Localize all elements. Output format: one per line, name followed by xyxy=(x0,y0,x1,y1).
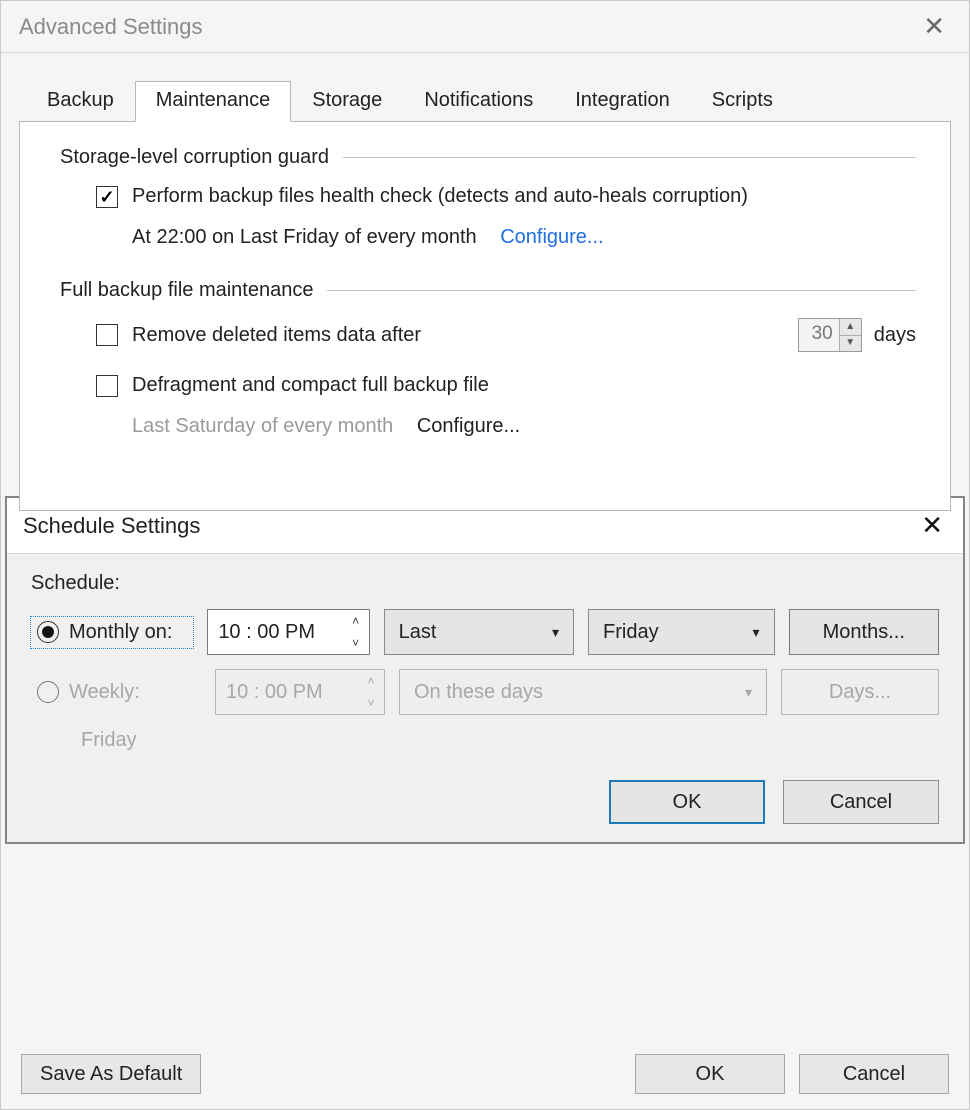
health-check-row: Perform backup files health check (detec… xyxy=(96,185,916,208)
titlebar: Advanced Settings ✕ xyxy=(1,1,969,53)
monthly-row: Monthly on: 10 : 00 PM ˄ ˅ Last ▾ Friday… xyxy=(31,609,939,655)
footer: Save As Default OK Cancel xyxy=(1,1039,969,1109)
schedule-label: Schedule: xyxy=(31,572,939,595)
tab-strip: Backup Maintenance Storage Notifications… xyxy=(19,81,951,121)
ok-button[interactable]: OK xyxy=(635,1054,785,1094)
remove-deleted-checkbox[interactable] xyxy=(96,324,118,346)
defrag-checkbox[interactable] xyxy=(96,375,118,397)
defrag-schedule-row: Last Saturday of every month Configure..… xyxy=(132,415,916,438)
group-full-backup-maintenance: Full backup file maintenance Remove dele… xyxy=(60,279,916,438)
monthly-radio-wrap[interactable]: Monthly on: xyxy=(31,617,193,648)
ordinal-value: Last xyxy=(385,621,538,644)
dialog-title: Schedule Settings xyxy=(23,513,917,539)
group-title: Storage-level corruption guard xyxy=(60,146,329,169)
tab-maintenance[interactable]: Maintenance xyxy=(135,81,292,122)
group-heading: Full backup file maintenance xyxy=(60,279,916,302)
time-spinner: ˄ ˅ xyxy=(358,670,384,714)
weekly-days-dropdown: On these days ▾ xyxy=(399,669,767,715)
weekly-days-placeholder: On these days xyxy=(400,681,731,704)
tab-backup[interactable]: Backup xyxy=(26,81,135,121)
remove-deleted-row: Remove deleted items data after 30 ▲ ▼ d… xyxy=(96,318,916,352)
monthly-time-value[interactable]: 10 : 00 PM xyxy=(218,621,315,644)
divider xyxy=(327,290,916,291)
health-check-schedule: At 22:00 on Last Friday of every month xyxy=(132,226,477,248)
spinner-down-icon[interactable]: ▼ xyxy=(840,336,861,352)
weekly-time-input: 10 : 00 PM ˄ ˅ xyxy=(215,669,385,715)
defrag-schedule: Last Saturday of every month xyxy=(132,415,393,437)
cancel-button[interactable]: Cancel xyxy=(799,1054,949,1094)
health-check-checkbox[interactable] xyxy=(96,186,118,208)
chevron-down-icon[interactable]: ˅ xyxy=(343,632,369,654)
schedule-settings-dialog: Schedule Settings ✕ Schedule: Monthly on… xyxy=(5,496,965,844)
weekly-time-value: 10 : 00 PM xyxy=(226,681,323,704)
defrag-row: Defragment and compact full backup file xyxy=(96,374,916,397)
dialog-close-icon[interactable]: ✕ xyxy=(917,510,947,541)
remove-days-value[interactable]: 30 xyxy=(799,319,839,351)
tab-integration[interactable]: Integration xyxy=(554,81,691,121)
dialog-footer: OK Cancel xyxy=(7,762,963,824)
ordinal-dropdown[interactable]: Last ▾ xyxy=(384,609,574,655)
group-corruption-guard: Storage-level corruption guard Perform b… xyxy=(60,146,916,249)
tab-storage[interactable]: Storage xyxy=(291,81,403,121)
chevron-up-icon: ˄ xyxy=(358,670,384,692)
group-title: Full backup file maintenance xyxy=(60,279,313,302)
weekly-radio[interactable] xyxy=(37,681,59,703)
weekly-label: Weekly: xyxy=(69,681,140,704)
day-dropdown[interactable]: Friday ▾ xyxy=(588,609,775,655)
monthly-radio[interactable] xyxy=(37,621,59,643)
health-check-configure-link[interactable]: Configure... xyxy=(500,226,603,248)
weekly-selected-days: Friday xyxy=(81,729,939,752)
divider xyxy=(343,157,916,158)
tab-body: Storage-level corruption guard Perform b… xyxy=(19,121,951,511)
advanced-settings-window: Advanced Settings ✕ Backup Maintenance S… xyxy=(0,0,970,1110)
chevron-up-icon[interactable]: ˄ xyxy=(343,610,369,632)
defrag-label: Defragment and compact full backup file xyxy=(132,374,489,397)
dialog-ok-button[interactable]: OK xyxy=(609,780,765,824)
remove-deleted-label: Remove deleted items data after xyxy=(132,324,421,347)
health-check-schedule-row: At 22:00 on Last Friday of every month C… xyxy=(132,226,916,249)
months-button[interactable]: Months... xyxy=(789,609,939,655)
group-heading: Storage-level corruption guard xyxy=(60,146,916,169)
days-unit-label: days xyxy=(874,324,916,347)
chevron-down-icon: ▾ xyxy=(739,624,774,641)
tab-notifications[interactable]: Notifications xyxy=(403,81,554,121)
remove-days-spinner[interactable]: 30 ▲ ▼ xyxy=(798,318,862,352)
dialog-cancel-button[interactable]: Cancel xyxy=(783,780,939,824)
defrag-configure-link[interactable]: Configure... xyxy=(417,415,520,437)
spinner-buttons[interactable]: ▲ ▼ xyxy=(839,319,861,351)
chevron-down-icon: ˅ xyxy=(358,692,384,714)
monthly-label: Monthly on: xyxy=(69,621,172,644)
weekly-row: Weekly: 10 : 00 PM ˄ ˅ On these days ▾ D… xyxy=(31,669,939,715)
weekly-radio-wrap[interactable]: Weekly: xyxy=(31,677,201,708)
tab-scripts[interactable]: Scripts xyxy=(691,81,794,121)
chevron-down-icon: ▾ xyxy=(731,684,766,701)
health-check-label: Perform backup files health check (detec… xyxy=(132,185,748,208)
close-icon[interactable]: ✕ xyxy=(917,11,951,42)
time-spinner[interactable]: ˄ ˅ xyxy=(343,610,369,654)
monthly-time-input[interactable]: 10 : 00 PM ˄ ˅ xyxy=(207,609,369,655)
save-as-default-button[interactable]: Save As Default xyxy=(21,1054,201,1094)
dialog-body: Schedule: Monthly on: 10 : 00 PM ˄ ˅ Las… xyxy=(7,554,963,752)
days-button: Days... xyxy=(781,669,939,715)
day-value: Friday xyxy=(589,621,739,644)
spinner-up-icon[interactable]: ▲ xyxy=(840,319,861,336)
chevron-down-icon: ▾ xyxy=(538,624,573,641)
window-title: Advanced Settings xyxy=(19,14,917,40)
